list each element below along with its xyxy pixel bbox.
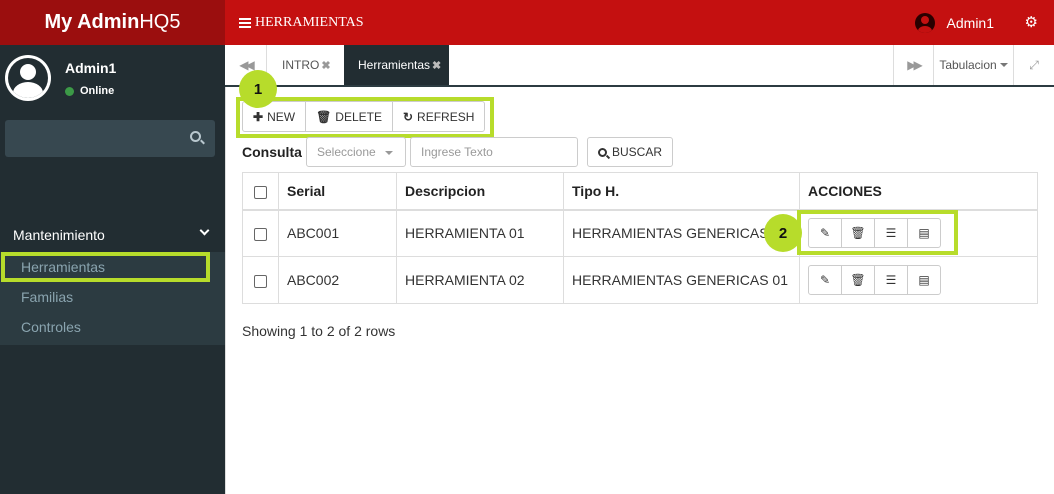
trash-icon[interactable]: 🗑 <box>841 218 875 249</box>
user-status: Online <box>65 85 114 97</box>
sidebar-item-controles[interactable]: Controles <box>0 312 225 342</box>
row-action-group: ✎ 🗑 ☰ ▤ <box>808 265 1029 295</box>
search-icon <box>598 147 607 157</box>
sidebar-item-herramientas[interactable]: Herramientas <box>1 252 210 282</box>
user-menu[interactable]: Admin1 <box>914 0 994 45</box>
row-select-cell <box>242 256 279 304</box>
edit-icon[interactable]: ✎ <box>808 218 842 249</box>
sidebar: Admin1 Online Mantenimiento Herramientas… <box>0 45 225 494</box>
tab-herramientas[interactable]: Herramientas ✖ <box>344 45 449 85</box>
cell-serial: ABC001 <box>278 209 397 257</box>
sidebar-group-label: Mantenimiento <box>13 226 105 243</box>
table-header-row: Serial Descripcion Tipo H. ACCIONES <box>242 172 1038 211</box>
row-checkbox[interactable] <box>254 274 267 288</box>
caret-down-icon <box>999 63 1008 67</box>
row-checkbox[interactable] <box>254 228 267 242</box>
logo-bold-text: My Admin <box>44 11 140 33</box>
list-detail-icon[interactable]: ☰ <box>874 218 908 249</box>
select-all-checkbox[interactable] <box>254 185 267 199</box>
trash-icon[interactable]: 🗑 <box>841 265 875 295</box>
buscar-button[interactable]: BUSCAR <box>587 137 674 167</box>
close-icon[interactable]: ✖ <box>432 59 441 72</box>
user-status-label: Online <box>80 85 115 97</box>
page-title: HERRAMIENTAS <box>255 14 364 30</box>
tab-herramientas-label: Herramientas <box>358 58 431 72</box>
pagination-info: Showing 1 to 2 of 2 rows <box>242 323 396 339</box>
sidebar-toggle-button[interactable]: HERRAMIENTAS <box>239 15 364 31</box>
search-text-input[interactable] <box>410 137 578 167</box>
row-select-cell <box>242 209 279 257</box>
column-header-tipo[interactable]: Tipo H. <box>563 172 800 211</box>
tab-intro-label: INTRO <box>282 58 320 72</box>
sidebar-group-mantenimiento[interactable]: Mantenimiento <box>0 217 225 252</box>
table-row: ABC002 HERRAMIENTA 02 HERRAMIENTAS GENER… <box>242 256 1038 304</box>
list-detail-icon[interactable]: ☰ <box>874 265 908 295</box>
close-icon[interactable]: ✖ <box>321 59 330 72</box>
user-avatar-icon <box>5 55 51 101</box>
app-logo[interactable]: My Admin HQ5 <box>0 0 225 45</box>
cell-acciones: ✎ 🗑 ☰ ▤ <box>799 209 1038 257</box>
column-header-serial[interactable]: Serial <box>278 172 397 211</box>
callout-badge-1: 1 <box>239 70 277 108</box>
select-all-cell <box>242 172 279 211</box>
hamburger-icon <box>239 17 251 28</box>
tab-bar: ◀◀ INTRO ✖ Herramientas ✖ ▶▶ Tabulacion ⤢ <box>225 45 1054 87</box>
top-navbar: HERRAMIENTAS Admin1 ⚙ <box>225 0 1054 45</box>
cell-descripcion: HERRAMIENTA 01 <box>396 209 564 257</box>
column-header-descripcion[interactable]: Descripcion <box>396 172 564 211</box>
select-value: Seleccione <box>317 145 376 159</box>
cell-descripcion: HERRAMIENTA 02 <box>396 256 564 304</box>
sidebar-user-name: Admin1 <box>65 60 117 76</box>
cell-tipo: HERRAMIENTAS GENERICAS 01 <box>563 256 800 304</box>
consulta-select[interactable]: Seleccione <box>306 137 406 167</box>
sidebar-item-familias[interactable]: Familias <box>0 282 225 312</box>
callout-badge-2: 2 <box>764 214 802 252</box>
sidebar-search-input[interactable] <box>5 120 215 157</box>
consulta-label: Consulta <box>242 144 302 160</box>
tab-intro[interactable]: INTRO ✖ <box>282 45 331 85</box>
file-search-icon[interactable]: ▤ <box>907 218 941 249</box>
cell-serial: ABC002 <box>278 256 397 304</box>
logo-light-text: HQ5 <box>139 11 181 33</box>
tabulacion-label: Tabulacion <box>939 58 997 72</box>
caret-down-icon <box>385 151 393 155</box>
table-row: ABC001 HERRAMIENTA 01 HERRAMIENTAS GENER… <box>242 209 1038 257</box>
toolbar-highlight-box <box>236 97 494 138</box>
online-dot-icon <box>65 86 74 96</box>
search-icon[interactable] <box>190 131 201 142</box>
sidebar-user-panel: Admin1 Online <box>0 45 225 115</box>
user-avatar-icon <box>914 12 935 33</box>
column-header-acciones: ACCIONES <box>799 172 1038 211</box>
herramientas-table: Serial Descripcion Tipo H. ACCIONES ABC0… <box>242 172 1038 304</box>
tab-scroll-right-button[interactable]: ▶▶ <box>893 45 934 85</box>
fullscreen-expand-icon[interactable]: ⤢ <box>1014 45 1054 85</box>
tabulacion-dropdown[interactable]: Tabulacion <box>934 45 1014 85</box>
content-divider <box>225 87 226 494</box>
edit-icon[interactable]: ✎ <box>808 265 842 295</box>
buscar-button-label: BUSCAR <box>612 145 663 159</box>
row-action-group: ✎ 🗑 ☰ ▤ <box>808 218 1029 249</box>
user-menu-name: Admin1 <box>946 14 994 31</box>
file-search-icon[interactable]: ▤ <box>907 265 941 295</box>
settings-cogs-icon[interactable]: ⚙ <box>1025 13 1038 31</box>
chevron-down-icon <box>199 225 210 236</box>
cell-acciones: ✎ 🗑 ☰ ▤ <box>799 256 1038 304</box>
sidebar-submenu: Herramientas Familias Controles <box>0 252 225 345</box>
